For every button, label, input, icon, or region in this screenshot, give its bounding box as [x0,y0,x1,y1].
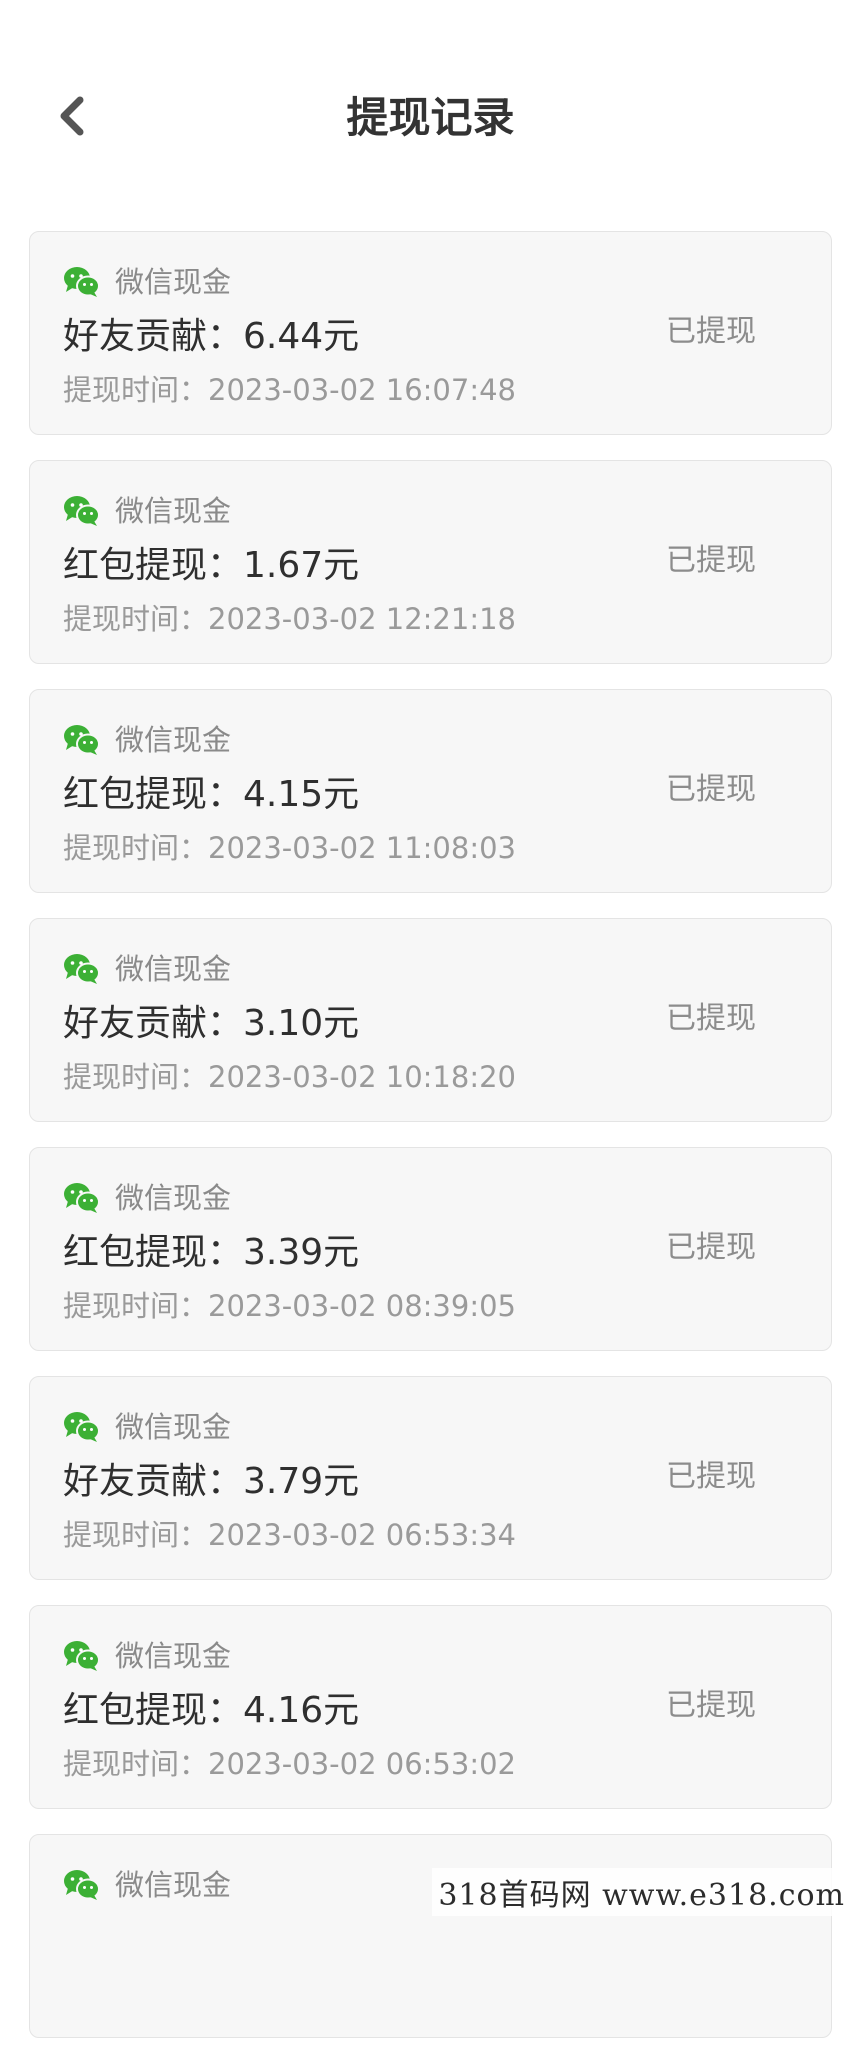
record-time: 提现时间：2023-03-02 08:39:05 [63,1289,516,1323]
site-watermark: 318首码网 www.e318.com [432,1868,851,1916]
record-amount: 红包提现：3.39元 [63,1232,360,1273]
record-channel: 微信现金 [63,1636,231,1676]
channel-label: 微信现金 [115,1639,232,1673]
wechat-icon [64,496,99,526]
record-status: 已提现 [666,1001,756,1036]
wechat-icon [64,1641,99,1671]
wechat-icon [64,1412,99,1442]
wechat-icon [64,725,99,755]
channel-label: 微信现金 [115,265,232,299]
wechat-icon [64,267,99,297]
record-time: 提现时间：2023-03-02 06:53:02 [63,1747,516,1781]
record-channel: 微信现金 [63,720,231,760]
record-channel: 微信现金 [63,949,231,989]
record-card[interactable]: 微信现金 好友贡献：3.79元 提现时间：2023-03-02 06:53:34… [29,1376,832,1580]
wechat-icon [64,954,99,984]
record-amount: 好友贡献：3.79元 [63,1461,360,1502]
record-channel: 微信现金 [63,1865,231,1905]
record-card[interactable]: 微信现金 红包提现：4.16元 提现时间：2023-03-02 06:53:02… [29,1605,832,1809]
record-amount: 红包提现：1.67元 [63,545,360,586]
record-channel: 微信现金 [63,1178,231,1218]
record-time: 提现时间：2023-03-02 06:53:34 [63,1518,516,1552]
wechat-icon [64,1870,99,1900]
channel-label: 微信现金 [115,1868,232,1902]
record-amount: 好友贡献：6.44元 [63,316,360,357]
record-status: 已提现 [666,1459,756,1494]
record-amount: 红包提现：4.16元 [63,1690,360,1731]
channel-label: 微信现金 [115,1181,232,1215]
page-title: 提现记录 [346,93,515,142]
record-card[interactable]: 微信现金 红包提现：3.39元 提现时间：2023-03-02 08:39:05… [29,1147,832,1351]
record-amount: 红包提现：4.15元 [63,774,360,815]
record-card[interactable]: 微信现金 好友贡献：6.44元 提现时间：2023-03-02 16:07:48… [29,231,832,435]
channel-label: 微信现金 [115,952,232,986]
wechat-icon [64,1183,99,1213]
record-channel: 微信现金 [63,491,231,531]
record-card[interactable]: 微信现金 好友贡献：3.10元 提现时间：2023-03-02 10:18:20… [29,918,832,1122]
record-status: 已提现 [666,1688,756,1723]
channel-label: 微信现金 [115,494,232,528]
record-card[interactable]: 微信现金 红包提现：4.15元 提现时间：2023-03-02 11:08:03… [29,689,832,893]
record-time: 提现时间：2023-03-02 16:07:48 [63,373,516,407]
record-card[interactable]: 微信现金 [29,1834,832,2038]
record-status: 已提现 [666,314,756,349]
header: 提现记录 [0,0,861,230]
record-channel: 微信现金 [63,1407,231,1447]
record-card[interactable]: 微信现金 红包提现：1.67元 提现时间：2023-03-02 12:21:18… [29,460,832,664]
record-channel: 微信现金 [63,262,231,302]
record-time: 提现时间：2023-03-02 12:21:18 [63,602,516,636]
withdrawal-record-list: 微信现金 好友贡献：6.44元 提现时间：2023-03-02 16:07:48… [29,231,832,2063]
channel-label: 微信现金 [115,723,232,757]
record-time: 提现时间：2023-03-02 10:18:20 [63,1060,516,1094]
record-amount: 好友贡献：3.10元 [63,1003,360,1044]
channel-label: 微信现金 [115,1410,232,1444]
record-status: 已提现 [666,1230,756,1265]
record-status: 已提现 [666,772,756,807]
record-status: 已提现 [666,543,756,578]
record-time: 提现时间：2023-03-02 11:08:03 [63,831,516,865]
